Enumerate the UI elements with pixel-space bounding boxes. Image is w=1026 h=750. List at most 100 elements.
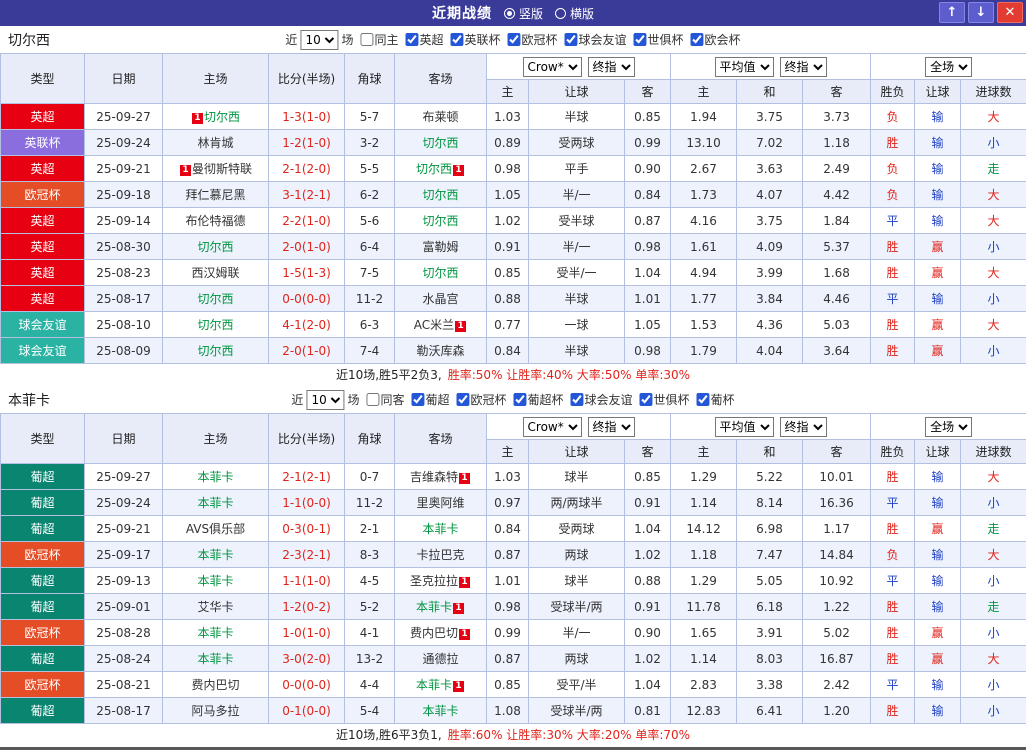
league-checkbox[interactable] xyxy=(456,393,469,406)
recent-matches-table: 类型 日期 主场 比分(半场) 角球 客场 Crow*终指 平均值终指 全场 主… xyxy=(0,53,1026,364)
odds-time-select[interactable]: 终指 xyxy=(588,417,635,437)
league-filter[interactable]: 世俱杯 xyxy=(634,31,684,48)
handicap-line: 两/两球半 xyxy=(529,490,625,516)
odds-time-select[interactable]: 终指 xyxy=(588,57,635,77)
red-card-badge: 1 xyxy=(455,321,466,332)
avg-away-odds: 1.17 xyxy=(803,516,871,542)
home-team: 布伦特福德 xyxy=(163,208,269,234)
full-half-score: 1-2(0-2) xyxy=(269,594,345,620)
match-row: 球会友谊25-08-10切尔西4-1(2-0)6-3AC米兰10.77一球1.0… xyxy=(1,312,1026,338)
radio-selected-icon xyxy=(504,8,515,19)
avg-draw-odds: 3.84 xyxy=(737,286,803,312)
close-button[interactable]: ✕ xyxy=(997,2,1023,23)
avg-time-select[interactable]: 终指 xyxy=(780,57,827,77)
match-row: 英超25-08-17切尔西0-0(0-0)11-2水晶宫0.88半球1.011.… xyxy=(1,286,1026,312)
league-filter[interactable]: 世俱杯 xyxy=(640,391,690,408)
league-checkbox[interactable] xyxy=(634,33,647,46)
away-team: 勒沃库森 xyxy=(395,338,487,364)
league-checkbox[interactable] xyxy=(640,393,653,406)
league-checkbox[interactable] xyxy=(571,393,584,406)
team-name: 本菲卡 xyxy=(416,600,452,614)
result-goals: 走 xyxy=(961,156,1026,182)
result-outcome: 胜 xyxy=(871,312,915,338)
red-card-badge: 1 xyxy=(453,165,464,176)
away-team: 本菲卡1 xyxy=(395,672,487,698)
avg-away-odds: 1.68 xyxy=(803,260,871,286)
league-filter[interactable]: 葡杯 xyxy=(697,391,735,408)
league-checkbox[interactable] xyxy=(565,33,578,46)
team-name: 切尔西 xyxy=(416,162,452,176)
corners: 7-5 xyxy=(345,260,395,286)
move-up-button[interactable]: ↑ xyxy=(939,2,965,23)
checkbox-label: 葡超 xyxy=(425,391,449,408)
handicap-away-odds: 0.85 xyxy=(625,464,671,490)
same-venue-checkbox[interactable] xyxy=(366,393,379,406)
radio-vertical-layout[interactable]: 竖版 xyxy=(504,5,543,22)
league-checkbox[interactable] xyxy=(697,393,710,406)
league-checkbox[interactable] xyxy=(508,33,521,46)
avg-away-odds: 5.03 xyxy=(803,312,871,338)
league-badge: 英联杯 xyxy=(1,130,85,156)
odds-source-select[interactable]: Crow* xyxy=(523,57,582,77)
result-goals: 小 xyxy=(961,130,1026,156)
match-date: 25-08-09 xyxy=(85,338,163,364)
radio-horizontal-layout[interactable]: 横版 xyxy=(555,5,594,22)
away-team: 切尔西 xyxy=(395,260,487,286)
handicap-away-odds: 1.02 xyxy=(625,542,671,568)
same-venue-filter[interactable]: 同客 xyxy=(366,391,404,408)
league-filter[interactable]: 葡超 xyxy=(411,391,449,408)
checkbox-label: 球会友谊 xyxy=(579,31,627,48)
team-name-heading: 切尔西 xyxy=(8,30,50,50)
league-filter[interactable]: 葡超杯 xyxy=(514,391,564,408)
team-name: 本菲卡 xyxy=(197,496,233,510)
league-badge: 葡超 xyxy=(1,516,85,542)
avg-source-select[interactable]: 平均值 xyxy=(715,57,774,77)
team-name: 切尔西 xyxy=(197,292,233,306)
match-count-select[interactable]: 10 xyxy=(300,30,338,50)
league-filter[interactable]: 英超 xyxy=(405,31,443,48)
col-header-handicap-result: 让球 xyxy=(915,80,961,104)
odds-source-select[interactable]: Crow* xyxy=(523,417,582,437)
team-name: 吉维森特 xyxy=(410,470,458,484)
league-filter[interactable]: 球会友谊 xyxy=(571,391,633,408)
result-outcome: 平 xyxy=(871,286,915,312)
result-goals: 小 xyxy=(961,234,1026,260)
league-checkbox[interactable] xyxy=(514,393,527,406)
league-filter[interactable]: 球会友谊 xyxy=(565,31,627,48)
league-checkbox[interactable] xyxy=(450,33,463,46)
avg-draw-odds: 3.38 xyxy=(737,672,803,698)
league-filter[interactable]: 欧冠杯 xyxy=(456,391,506,408)
scope-select[interactable]: 全场 xyxy=(925,417,972,437)
league-filter[interactable]: 欧会杯 xyxy=(691,31,741,48)
result-handicap: 输 xyxy=(915,672,961,698)
result-handicap: 输 xyxy=(915,130,961,156)
league-checkbox[interactable] xyxy=(691,33,704,46)
summary-line: 近10场,胜5平2负3,胜率:50% 让胜率:40% 大率:50% 单率:30% xyxy=(0,364,1026,386)
league-badge: 欧冠杯 xyxy=(1,542,85,568)
handicap-home-odds: 1.01 xyxy=(487,568,529,594)
league-filter[interactable]: 欧冠杯 xyxy=(508,31,558,48)
result-handicap: 赢 xyxy=(915,338,961,364)
handicap-home-odds: 1.08 xyxy=(487,698,529,724)
team-name: 卡拉巴克 xyxy=(416,548,464,562)
avg-time-select[interactable]: 终指 xyxy=(780,417,827,437)
league-filter[interactable]: 英联杯 xyxy=(450,31,500,48)
handicap-away-odds: 1.04 xyxy=(625,672,671,698)
same-venue-checkbox[interactable] xyxy=(360,33,373,46)
corners: 5-5 xyxy=(345,156,395,182)
scope-select[interactable]: 全场 xyxy=(925,57,972,77)
match-date: 25-09-14 xyxy=(85,208,163,234)
checkbox-label: 英超 xyxy=(419,31,443,48)
avg-source-select[interactable]: 平均值 xyxy=(715,417,774,437)
handicap-home-odds: 0.97 xyxy=(487,490,529,516)
handicap-home-odds: 0.91 xyxy=(487,234,529,260)
league-checkbox[interactable] xyxy=(405,33,418,46)
move-down-button[interactable]: ↓ xyxy=(968,2,994,23)
avg-away-odds: 2.42 xyxy=(803,672,871,698)
result-handicap: 赢 xyxy=(915,620,961,646)
league-checkbox[interactable] xyxy=(411,393,424,406)
result-goals: 大 xyxy=(961,542,1026,568)
match-count-select[interactable]: 10 xyxy=(306,390,344,410)
full-half-score: 0-0(0-0) xyxy=(269,672,345,698)
same-venue-filter[interactable]: 同主 xyxy=(360,31,398,48)
